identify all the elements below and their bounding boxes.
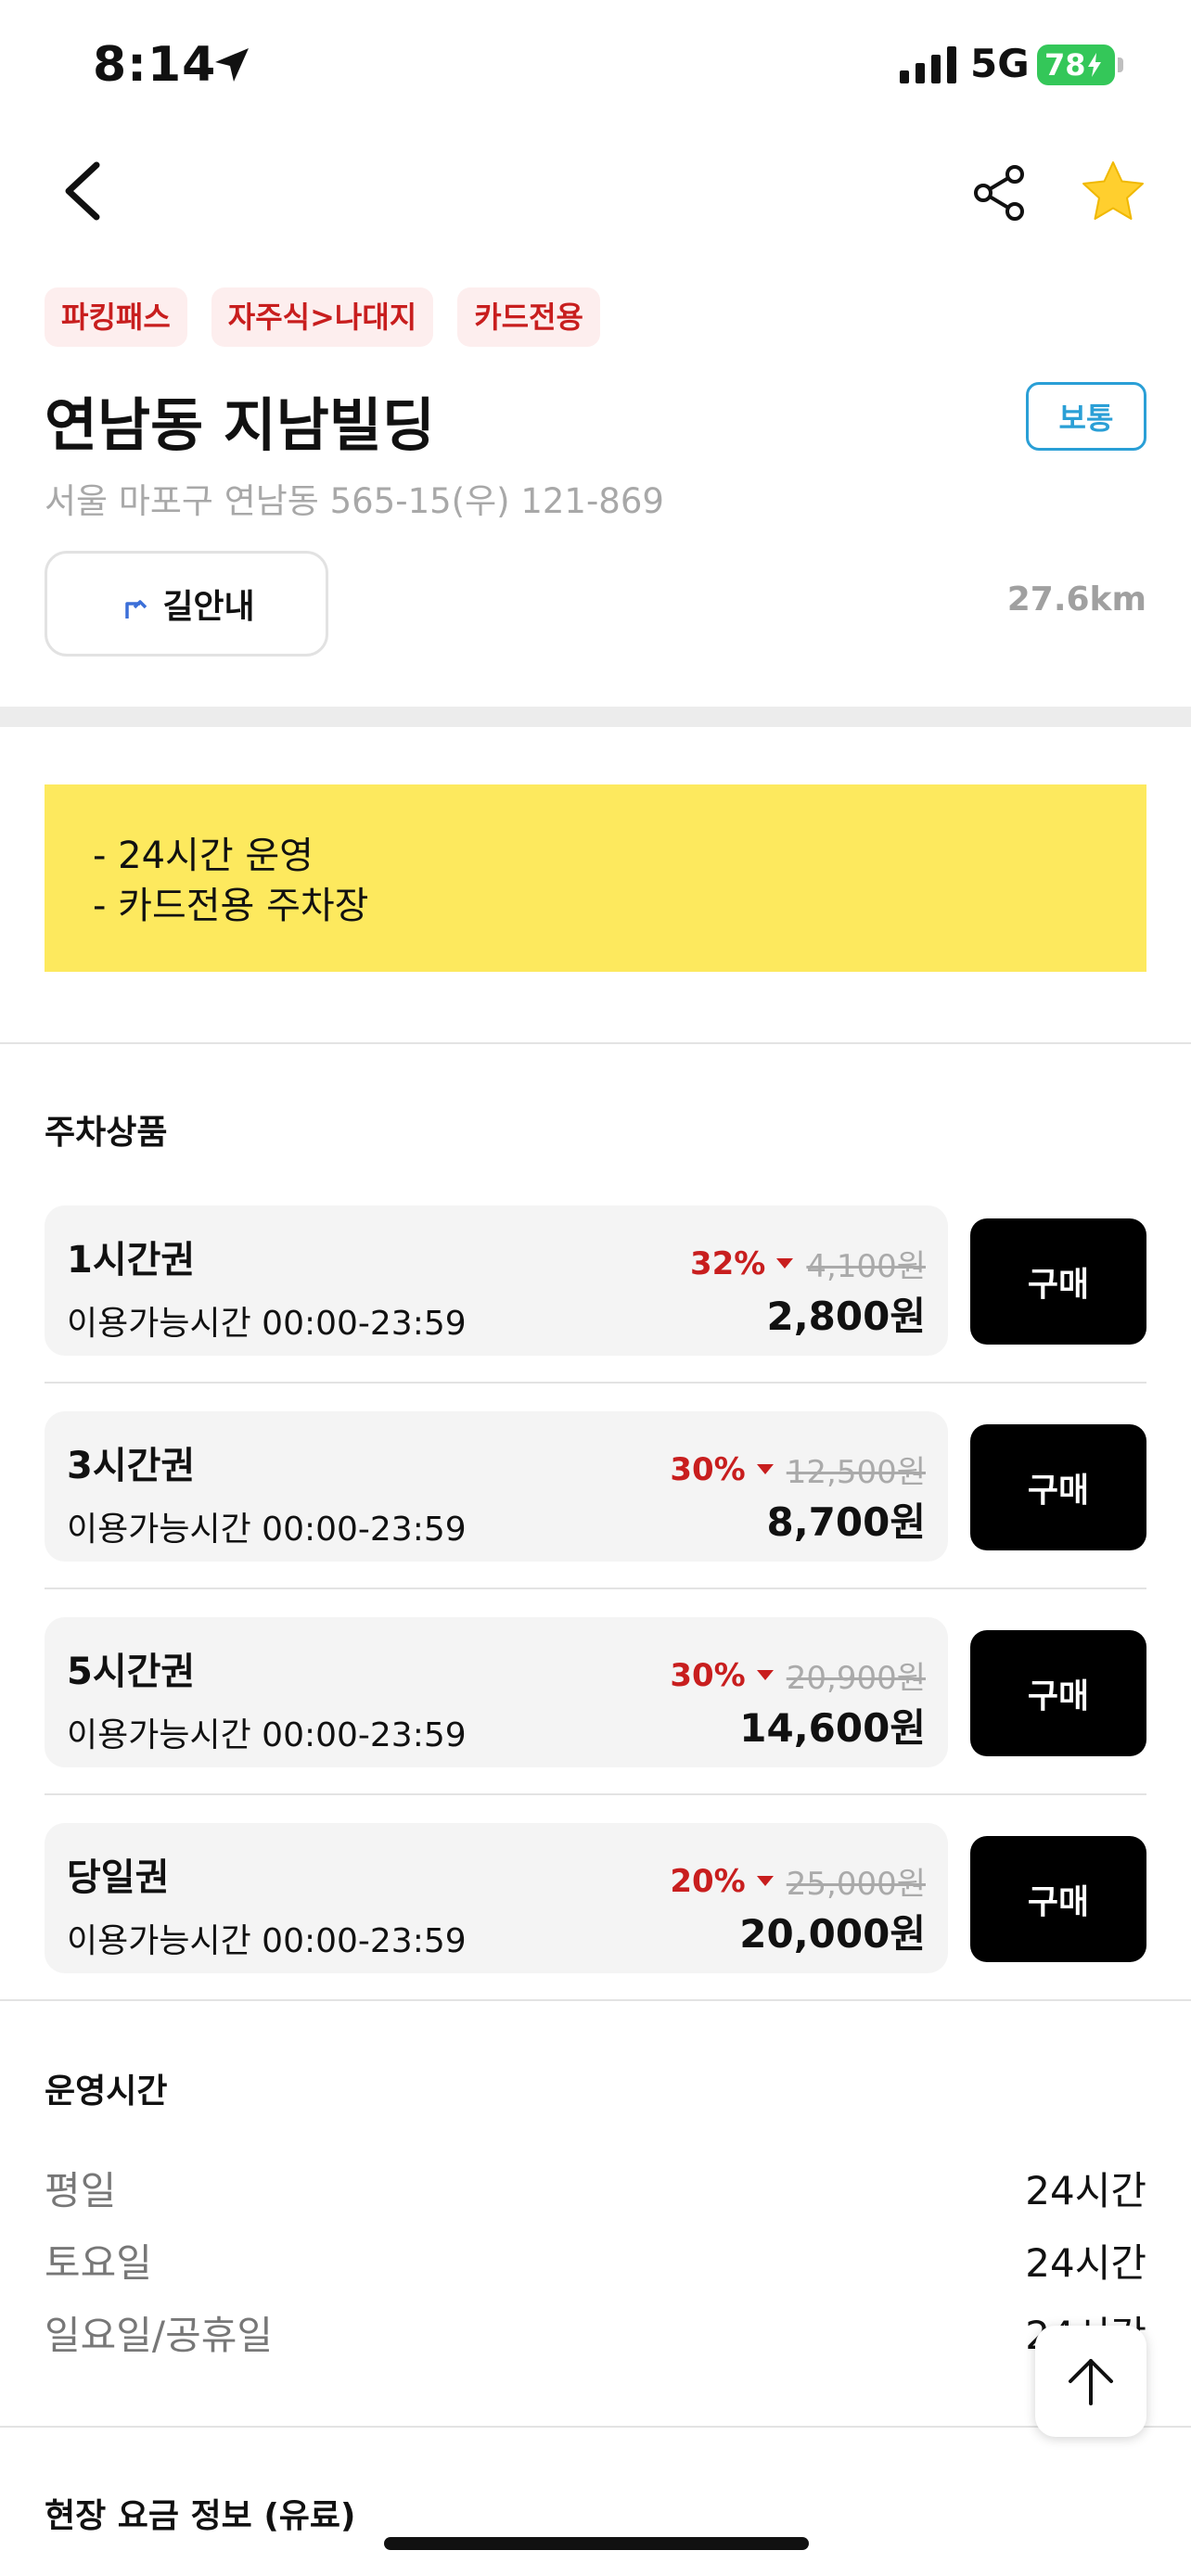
battery-level: 78 [1044, 47, 1086, 83]
directions-button[interactable]: 길안내 [45, 551, 328, 657]
divider [0, 2426, 1191, 2428]
product-discount: 30% 12,500원 [670, 1447, 926, 1492]
original-price: 4,100원 [806, 1248, 926, 1285]
divider [0, 1042, 1191, 1044]
hours-day: 토요일 [45, 2239, 152, 2286]
charging-bolt-icon [1087, 53, 1101, 77]
buy-button[interactable]: 구매 [970, 1218, 1146, 1345]
notice-box: - 24시간 운영 - 카드전용 주차장 [45, 784, 1146, 972]
product-item: 1시간권 이용가능시간 00:00-23:59 32% 4,100원 2,800… [45, 1205, 1146, 1411]
tag-list: 파킹패스 자주식>나대지 카드전용 [45, 287, 600, 347]
network-type: 5G [970, 41, 1030, 86]
product-time: 이용가능시간 00:00-23:59 [67, 1305, 467, 1343]
product-time: 이용가능시간 00:00-23:59 [67, 1511, 467, 1549]
discount-percent: 32% [689, 1244, 766, 1282]
hours-section-title: 운영시간 [45, 2072, 168, 2111]
place-title: 연남동 지남빌딩 [45, 391, 435, 459]
hours-day: 평일 [45, 2167, 117, 2213]
arrow-up-icon [1069, 2359, 1113, 2405]
hours-value: 24시간 [1025, 2239, 1146, 2286]
battery-tip [1118, 57, 1123, 72]
product-discount: 20% 25,000원 [670, 1858, 926, 1904]
product-price: 8,700원 [766, 1499, 927, 1545]
chevron-left-icon[interactable] [56, 158, 111, 224]
buy-button[interactable]: 구매 [970, 1630, 1146, 1756]
location-arrow-icon [215, 48, 249, 82]
status-bar: 8:14 5G 78 [0, 0, 1191, 130]
product-price: 20,000원 [739, 1911, 926, 1957]
product-list: 1시간권 이용가능시간 00:00-23:59 32% 4,100원 2,800… [45, 1205, 1146, 2029]
product-item: 3시간권 이용가능시간 00:00-23:59 30% 12,500원 8,70… [45, 1411, 1146, 1617]
signal-icon [900, 46, 956, 83]
product-price: 14,600원 [739, 1705, 926, 1751]
notice-line: - 카드전용 주차장 [93, 885, 369, 927]
product-time: 이용가능시간 00:00-23:59 [67, 1716, 467, 1754]
product-time: 이용가능시간 00:00-23:59 [67, 1922, 467, 1960]
caret-down-icon [756, 1464, 774, 1474]
product-discount: 32% 4,100원 [690, 1241, 926, 1286]
congestion-badge: 보통 [1026, 382, 1146, 451]
product-item: 당일권 이용가능시간 00:00-23:59 20% 25,000원 20,00… [45, 1823, 1146, 2029]
tag: 파킹패스 [45, 287, 187, 347]
buy-button[interactable]: 구매 [970, 1836, 1146, 1962]
products-section-title: 주차상품 [45, 1114, 168, 1152]
product-price: 2,800원 [766, 1294, 927, 1339]
product-name: 1시간권 [67, 1239, 196, 1282]
hours-day: 일요일/공휴일 [45, 2312, 273, 2358]
distance-value: 27.6km [1006, 580, 1146, 618]
divider [45, 1588, 1146, 1589]
hours-row: 평일 24시간 [45, 2151, 1146, 2224]
onsite-fee-section-title: 현장 요금 정보 (유료) [45, 2497, 356, 2535]
home-indicator [384, 2537, 809, 2550]
notice-line: - 24시간 운영 [93, 835, 314, 877]
discount-percent: 30% [670, 1656, 746, 1694]
product-card[interactable]: 당일권 이용가능시간 00:00-23:59 20% 25,000원 20,00… [45, 1823, 948, 1973]
share-icon[interactable] [970, 163, 1030, 223]
product-item: 5시간권 이용가능시간 00:00-23:59 30% 20,900원 14,6… [45, 1617, 1146, 1823]
caret-down-icon [756, 1670, 774, 1680]
original-price: 12,500원 [786, 1454, 926, 1491]
discount-percent: 30% [670, 1450, 746, 1488]
hours-value: 24시간 [1025, 2167, 1146, 2213]
product-name: 3시간권 [67, 1445, 196, 1487]
product-card[interactable]: 5시간권 이용가능시간 00:00-23:59 30% 20,900원 14,6… [45, 1617, 948, 1767]
buy-button[interactable]: 구매 [970, 1424, 1146, 1550]
product-card[interactable]: 1시간권 이용가능시간 00:00-23:59 32% 4,100원 2,800… [45, 1205, 948, 1356]
hours-row: 토요일 24시간 [45, 2224, 1146, 2296]
divider [0, 1999, 1191, 2001]
battery-indicator: 78 [1037, 45, 1115, 85]
tag: 카드전용 [457, 287, 600, 347]
product-card[interactable]: 3시간권 이용가능시간 00:00-23:59 30% 12,500원 8,70… [45, 1411, 948, 1562]
place-address: 서울 마포구 연남동 565-15(우) 121-869 [45, 481, 664, 521]
product-name: 당일권 [67, 1856, 170, 1899]
original-price: 25,000원 [786, 1866, 926, 1903]
hours-row: 일요일/공휴일 24시간 [45, 2296, 1146, 2368]
original-price: 20,900원 [786, 1660, 926, 1697]
status-time: 8:14 [93, 37, 217, 93]
hours-list: 평일 24시간 토요일 24시간 일요일/공휴일 24시간 [45, 2151, 1146, 2368]
product-discount: 30% 20,900원 [670, 1652, 926, 1698]
caret-down-icon [776, 1258, 794, 1269]
turn-arrow-icon [125, 600, 147, 618]
divider [45, 1382, 1146, 1384]
product-name: 5시간권 [67, 1651, 196, 1693]
directions-label: 길안내 [162, 588, 255, 626]
star-icon[interactable] [1080, 158, 1146, 224]
tag: 자주식>나대지 [211, 287, 434, 347]
discount-percent: 20% [670, 1862, 746, 1900]
scroll-top-button[interactable] [1035, 2326, 1146, 2437]
divider [45, 1793, 1146, 1795]
section-divider [0, 707, 1191, 727]
caret-down-icon [756, 1876, 774, 1886]
